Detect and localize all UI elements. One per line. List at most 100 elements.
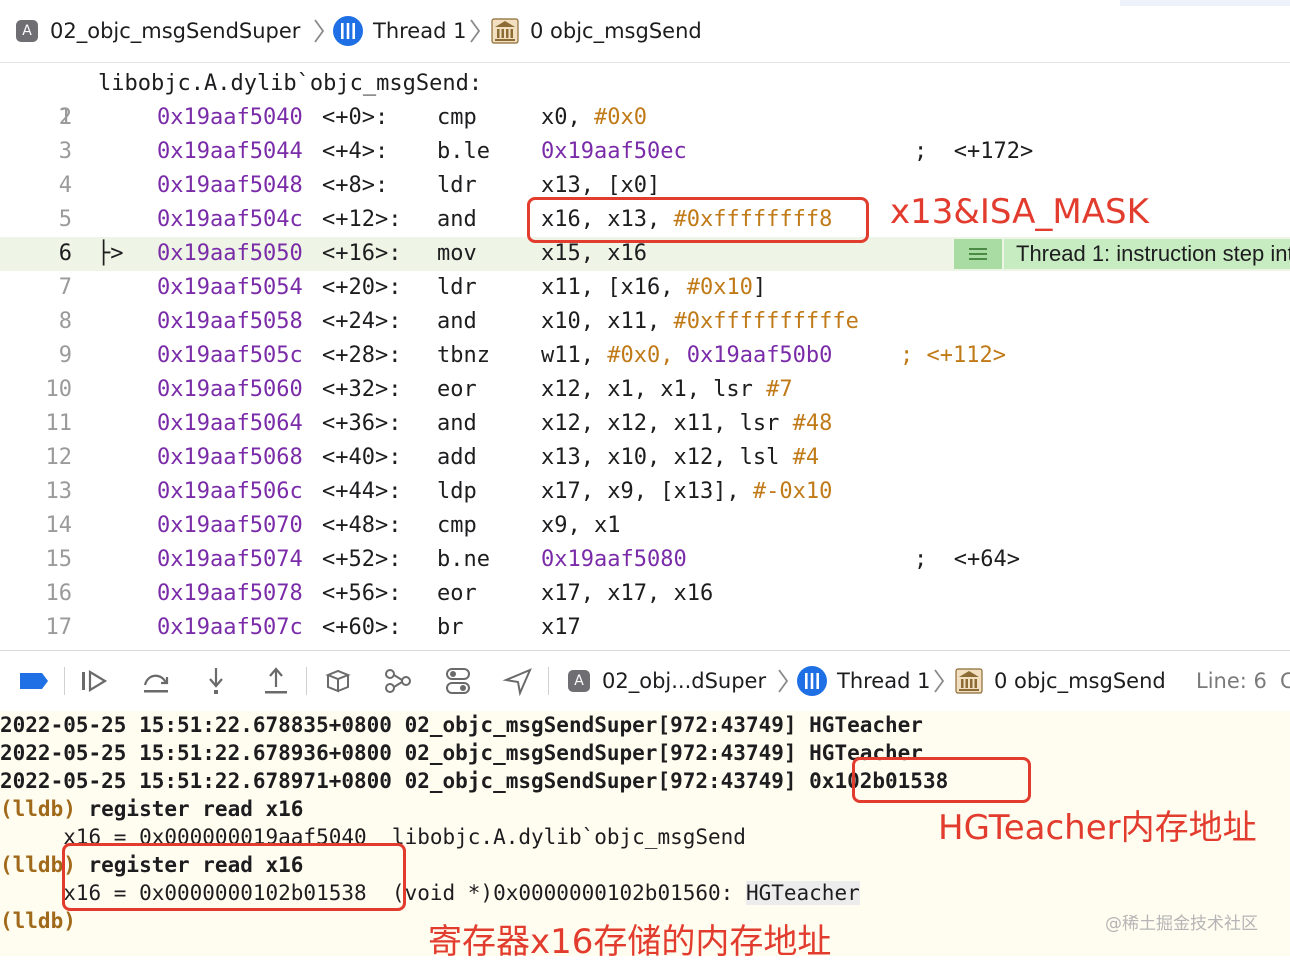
step-over-icon[interactable] (140, 665, 172, 697)
debug-view-hierarchy-icon[interactable] (322, 665, 354, 697)
line-number: 14 (45, 513, 73, 538)
simulate-location-icon[interactable] (502, 665, 534, 697)
operand-registers: x12, x1, x1, lsr (541, 377, 767, 402)
instruction-operands: x12, x1, x1, lsr #7 (541, 373, 793, 407)
operand-bracket: ] (752, 275, 767, 300)
code-line[interactable]: 16 0x19aaf5078 <+56>: eor x17, x17, x16 (0, 577, 1290, 611)
instruction-operands: x9, x1 (541, 509, 620, 543)
line-number: 15 (45, 547, 73, 572)
instruction-address: 0x19aaf5048 (157, 173, 303, 198)
code-line[interactable]: 3 0x19aaf5044 <+4>: b.le 0x19aaf50ec ; <+172> (0, 135, 1290, 169)
operand-immediate: #7 (766, 377, 793, 402)
line-indicator: Line: 6 (1196, 651, 1267, 711)
debug-breadcrumb-frame[interactable]: 0 objc_msgSend (954, 651, 1166, 711)
tab-strip-highlight (1120, 0, 1290, 6)
highlight-box-mask (527, 197, 869, 243)
breadcrumb-thread-label: Thread 1 (373, 19, 467, 43)
disassembly-view[interactable]: 1 libobjc.A.dylib`objc_msgSend: 2 0x19aaf… (0, 63, 1290, 649)
breakpoints-toggle-icon[interactable] (18, 671, 50, 691)
code-line[interactable]: 9 0x19aaf505c <+28>: tbnz w11, #0x0, 0x19aaf… (0, 339, 1290, 373)
code-line[interactable]: 10 0x19aaf5060 <+32>: eor x12, x1, x1, lsr #… (0, 373, 1290, 407)
hamburger-icon[interactable] (954, 239, 1002, 269)
memory-graph-icon[interactable] (382, 665, 414, 697)
code-line[interactable]: 8 0x19aaf5058 <+24>: and x10, x11, #0xffffff… (0, 305, 1290, 339)
instruction-offset: <+12>: (322, 207, 402, 232)
breadcrumb-thread[interactable]: Thread 1 (333, 0, 466, 62)
code-line[interactable]: 12 0x19aaf5068 <+40>: add x13, x10, x12, lsl… (0, 441, 1290, 475)
operand-registers: x9, x1 (541, 513, 621, 538)
instruction-address: 0x19aaf504c (157, 207, 303, 232)
operand-target-address: 0x19aaf5080 (541, 547, 687, 572)
line-number: 10 (45, 377, 73, 402)
instruction-operands: 0x19aaf5080 (541, 543, 687, 577)
instruction-mnemonic: cmp (437, 513, 477, 538)
environment-overrides-icon[interactable] (442, 665, 474, 697)
toolbar-separator (64, 667, 65, 695)
code-line[interactable]: 14 0x19aaf5070 <+48>: cmp x9, x1 (0, 509, 1290, 543)
operand-registers: x10, x11, (541, 309, 674, 334)
chevron-right-icon (776, 667, 790, 695)
thread-icon (333, 16, 363, 46)
instruction-address: 0x19aaf5064 (157, 411, 303, 436)
instruction-mnemonic: eor (437, 377, 477, 402)
line-indicator-label: Line: 6 (1196, 669, 1267, 693)
instruction-mnemonic: add (437, 445, 477, 470)
instruction-comment: ; <+64> (914, 547, 1020, 572)
debug-breadcrumb-app[interactable]: A 02_obj...dSuper (568, 651, 766, 711)
thread-badge-text: Thread 1: instruction step into (1004, 239, 1290, 269)
code-line[interactable]: 2 0x19aaf5040 <+0>: cmp x0, #0x0 (0, 101, 1290, 135)
instruction-operands: x17, x17, x16 (541, 577, 713, 611)
operand-immediate: #0x10 (686, 275, 753, 300)
highlight-box-address (852, 757, 1031, 803)
instruction-mnemonic: ldp (437, 479, 477, 504)
debug-bar: A 02_obj...dSuper Thread 1 0 objc_msgSen… (0, 650, 1290, 712)
instruction-address: 0x19aaf5060 (157, 377, 303, 402)
operand-registers: x13, x10, x12, lsl (541, 445, 793, 470)
console-command-line: (lldb) register read x16 (0, 795, 303, 823)
code-line[interactable]: 11 0x19aaf5064 <+36>: and x12, x12, x11, lsr… (0, 407, 1290, 441)
code-line[interactable]: 15 0x19aaf5074 <+52>: b.ne 0x19aaf5080 ; <+64… (0, 543, 1290, 577)
instruction-mnemonic: and (437, 309, 477, 334)
step-into-icon[interactable] (200, 665, 232, 697)
instruction-operands: x17, x9, [x13], #-0x10 (541, 475, 832, 509)
code-line[interactable]: 7 0x19aaf5054 <+20>: ldr x11, [x16, #0x10] (0, 271, 1290, 305)
console-log-line: 2022-05-25 15:51:22.678936+0800 02_objc_… (0, 741, 923, 765)
instruction-address: 0x19aaf5054 (157, 275, 303, 300)
line-number: 8 (58, 309, 72, 334)
operand-registers: x17, x9, [x13], (541, 479, 753, 504)
line-number: 16 (45, 581, 73, 606)
console-prompt-line[interactable]: (lldb) (0, 907, 76, 935)
instruction-address: 0x19aaf505c (157, 343, 303, 368)
instruction-offset: <+40>: (322, 445, 402, 470)
debug-breadcrumb-thread[interactable]: Thread 1 (797, 651, 930, 711)
line-number: 13 (45, 479, 73, 504)
breadcrumb-frame[interactable]: 0 objc_msgSend (490, 0, 702, 62)
instruction-operands: x11, [x16, #0x10] (541, 271, 766, 305)
app-target-icon: A (568, 670, 590, 692)
line-number: 9 (58, 343, 72, 368)
operand-registers: x17, x17, x16 (541, 581, 714, 606)
instruction-offset: <+0>: (322, 105, 389, 130)
code-line[interactable]: 1 libobjc.A.dylib`objc_msgSend: (0, 67, 1290, 130)
instruction-mnemonic: and (437, 207, 477, 232)
stack-frame-icon (955, 668, 983, 694)
instruction-mnemonic: ldr (437, 275, 477, 300)
line-number: 7 (58, 275, 72, 300)
line-number: 5 (58, 207, 72, 232)
console-log-line: 2022-05-25 15:51:22.678835+0800 02_objc_… (0, 713, 923, 737)
chevron-right-icon (312, 17, 326, 45)
line-number: 2 (58, 105, 72, 130)
instruction-offset: <+36>: (322, 411, 402, 436)
instruction-mnemonic: b.ne (437, 547, 490, 572)
code-line[interactable]: 17 0x19aaf507c <+60>: br x17 (0, 611, 1290, 645)
lldb-prompt: (lldb) (0, 797, 76, 821)
code-line[interactable]: 13 0x19aaf506c <+44>: ldp x17, x9, [x13], #-… (0, 475, 1290, 509)
instruction-operands: x12, x12, x11, lsr #48 (541, 407, 832, 441)
step-out-icon[interactable] (260, 665, 292, 697)
instruction-offset: <+28>: (322, 343, 402, 368)
instruction-address: 0x19aaf5078 (157, 581, 303, 606)
breadcrumb-app[interactable]: A 02_objc_msgSendSuper (16, 0, 300, 62)
continue-icon[interactable] (78, 665, 110, 697)
instruction-operands: 0x19aaf50ec (541, 135, 687, 169)
instruction-address: 0x19aaf5058 (157, 309, 303, 334)
